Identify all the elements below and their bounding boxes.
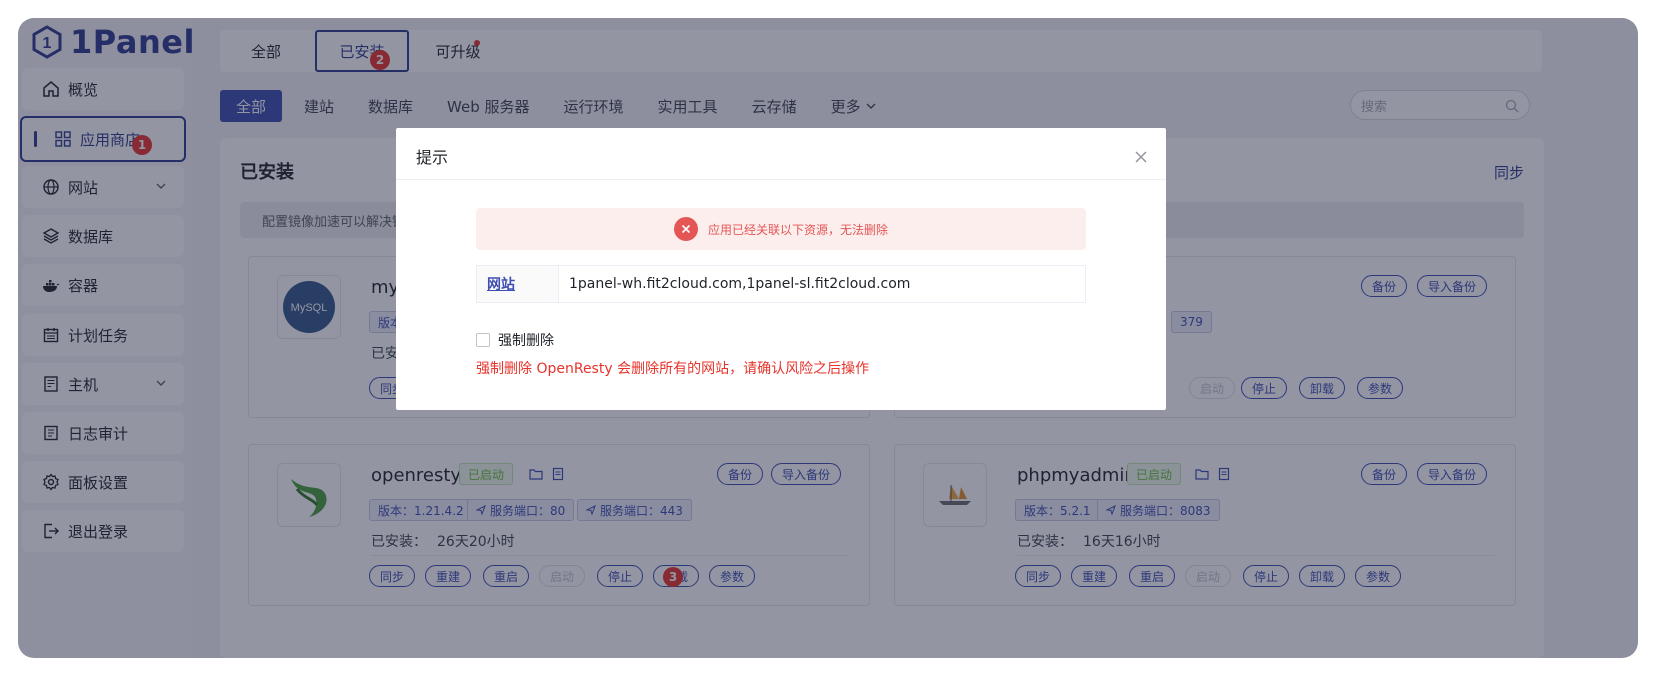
force-delete-checkbox[interactable]	[476, 333, 490, 347]
resource-type-link[interactable]: 网站	[477, 266, 559, 302]
force-delete-label: 强制删除	[498, 333, 554, 349]
force-delete-warning: 强制删除 OpenResty 会删除所有的网站，请确认风险之后操作	[476, 361, 870, 377]
dialog-divider	[396, 179, 1166, 180]
close-icon[interactable]	[1134, 150, 1148, 164]
force-delete-option[interactable]: 强制删除	[476, 330, 554, 350]
alert-text: 应用已经关联以下资源，无法删除	[707, 222, 888, 237]
resource-value: 1panel-wh.fit2cloud.com,1panel-sl.fit2cl…	[569, 276, 911, 292]
dialog-title: 提示	[416, 148, 449, 167]
error-circle-icon	[673, 217, 698, 241]
delete-prompt-dialog: 提示 应用已经关联以下资源，无法删除 网站 1panel-wh.fit2clou…	[396, 128, 1166, 410]
linked-resources-table: 网站 1panel-wh.fit2cloud.com,1panel-sl.fit…	[476, 265, 1086, 303]
error-alert: 应用已经关联以下资源，无法删除	[476, 208, 1086, 250]
